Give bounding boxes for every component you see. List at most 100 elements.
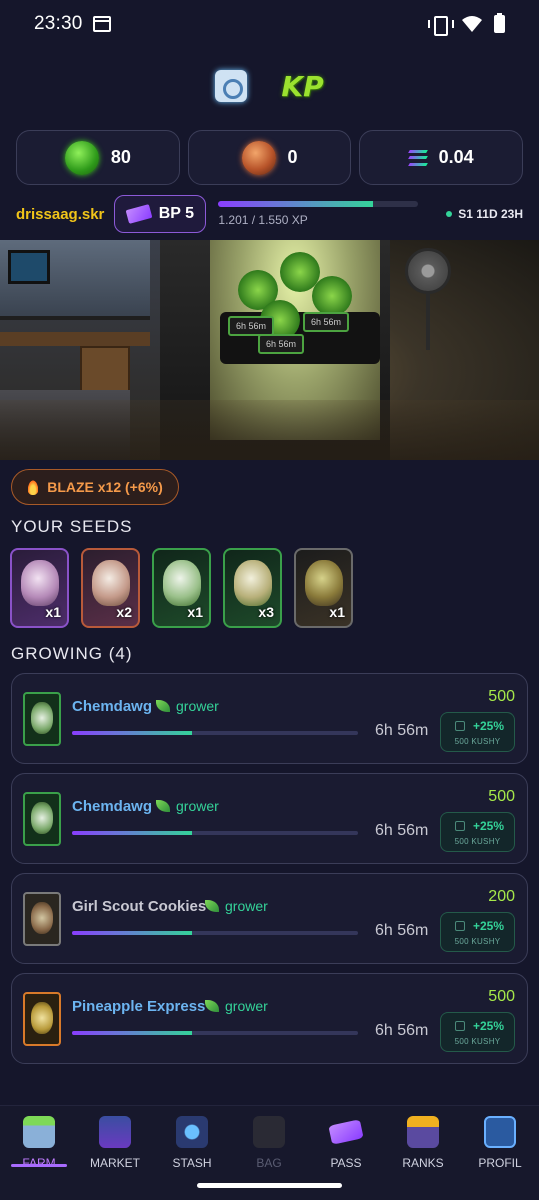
bronze-coin-icon bbox=[241, 140, 276, 175]
balance-kp[interactable]: 80 bbox=[16, 130, 180, 185]
farm-icon bbox=[23, 1116, 55, 1148]
user-row: drissaag.skr BP 5 1.201 / 1.550 XP S1 11… bbox=[16, 195, 523, 233]
nav-label: PROFIL bbox=[478, 1156, 522, 1170]
strain-thumbnail bbox=[23, 792, 61, 846]
boost-button[interactable]: +25% 500 KUSHY bbox=[440, 912, 515, 952]
boost-percent: +25% bbox=[472, 819, 504, 833]
nav-ranks[interactable]: RANKS bbox=[388, 1116, 458, 1170]
seed-qty: x1 bbox=[45, 604, 61, 620]
pot-timer[interactable]: 6h 56m bbox=[303, 312, 349, 332]
strain-name: Chemdawg bbox=[72, 798, 153, 815]
blaze-label: BLAZE x12 (+6%) bbox=[47, 479, 163, 495]
boost-percent: +25% bbox=[472, 1019, 504, 1033]
seed-qty: x1 bbox=[329, 604, 345, 620]
blaze-multiplier-chip[interactable]: BLAZE x12 (+6%) bbox=[11, 469, 179, 505]
bud-image bbox=[31, 702, 53, 734]
app-header: KP bbox=[0, 70, 539, 110]
growing-item[interactable]: Chemdawg grower 6h 56m 500 +25% 500 KUSH… bbox=[11, 773, 528, 864]
boost-cost: 500 KUSHY bbox=[454, 837, 501, 846]
seed-bud-image bbox=[305, 560, 343, 606]
scene-floor bbox=[0, 400, 539, 460]
boost-button[interactable]: +25% 500 KUSHY bbox=[440, 812, 515, 852]
balance-bronze[interactable]: 0 bbox=[187, 130, 352, 185]
role-label: grower bbox=[225, 898, 268, 914]
reward-amount: 500 bbox=[488, 688, 515, 705]
time-remaining: 6h 56m bbox=[375, 1022, 429, 1039]
lock-icon bbox=[455, 721, 465, 731]
boost-cost: 500 KUSHY bbox=[454, 937, 501, 946]
pot-timer[interactable]: 6h 56m bbox=[258, 334, 304, 354]
seeds-list: x1 x2 x1 x3 x1 bbox=[10, 548, 353, 628]
market-icon bbox=[99, 1116, 131, 1148]
lock-icon bbox=[455, 921, 465, 931]
seed-card[interactable]: x1 bbox=[294, 548, 353, 628]
seed-card[interactable]: x1 bbox=[152, 548, 211, 628]
grow-progress-fill bbox=[72, 831, 193, 835]
sound-toggle-icon[interactable] bbox=[215, 70, 248, 102]
nav-bag[interactable]: BAG bbox=[234, 1116, 304, 1170]
xp-bar-fill bbox=[218, 201, 374, 207]
grow-progress-bar bbox=[72, 731, 358, 735]
seed-bud-image bbox=[92, 560, 130, 606]
live-dot-icon bbox=[446, 211, 453, 217]
boost-button[interactable]: +25% 500 KUSHY bbox=[440, 712, 515, 752]
nav-label: RANKS bbox=[402, 1156, 444, 1170]
stash-icon bbox=[176, 1116, 208, 1148]
seed-card[interactable]: x1 bbox=[10, 548, 69, 628]
status-bar: 23:30 bbox=[0, 0, 539, 48]
pot-timer[interactable]: 6h 56m bbox=[228, 316, 274, 336]
nav-label: FARM bbox=[22, 1156, 56, 1170]
nav-label: MARKET bbox=[89, 1156, 140, 1170]
boost-cost: 500 KUSHY bbox=[454, 1037, 501, 1046]
nav-market[interactable]: MARKET bbox=[80, 1116, 150, 1170]
calendar-icon bbox=[92, 16, 111, 32]
leaf-icon bbox=[205, 1000, 219, 1012]
season-text: S1 11D 23H bbox=[458, 207, 523, 221]
wifi-icon bbox=[462, 16, 482, 32]
boost-percent: +25% bbox=[472, 919, 504, 933]
growing-item[interactable]: Girl Scout Cookies grower 6h 56m 200 +25… bbox=[11, 873, 528, 964]
grow-progress-bar bbox=[72, 1031, 358, 1035]
status-icons bbox=[428, 13, 505, 36]
strain-thumbnail bbox=[23, 892, 61, 946]
balance-sol[interactable]: 0.04 bbox=[359, 130, 524, 185]
ticket-icon bbox=[125, 204, 153, 224]
seed-card[interactable]: x2 bbox=[81, 548, 140, 628]
nav-label: BAG bbox=[256, 1156, 282, 1170]
boost-button[interactable]: +25% 500 KUSHY bbox=[440, 1012, 515, 1052]
strain-name: Pineapple Express bbox=[72, 998, 206, 1015]
reward-amount: 500 bbox=[488, 788, 515, 805]
nav-pass[interactable]: PASS bbox=[311, 1116, 381, 1170]
xp-text: 1.201 / 1.550 XP bbox=[218, 213, 308, 227]
kp-coin-icon bbox=[64, 140, 99, 175]
grow-room-scene: 6h 56m 6h 56m 6h 56m bbox=[0, 240, 539, 460]
role-tag: grower bbox=[205, 998, 268, 1014]
seed-card[interactable]: x3 bbox=[223, 548, 282, 628]
bud-image bbox=[31, 802, 53, 834]
role-tag: grower bbox=[156, 698, 219, 714]
vibrate-icon bbox=[428, 15, 454, 36]
seed-bud-image bbox=[163, 560, 201, 606]
nav-stash[interactable]: STASH bbox=[157, 1116, 227, 1170]
nav-farm[interactable]: FARM bbox=[4, 1116, 74, 1170]
fan bbox=[405, 248, 451, 294]
grow-progress-fill bbox=[72, 1031, 193, 1035]
reward-amount: 500 bbox=[488, 988, 515, 1005]
boost-percent: +25% bbox=[472, 719, 504, 733]
username[interactable]: drissaag.skr bbox=[16, 206, 104, 223]
grow-progress-bar bbox=[72, 831, 358, 835]
solana-icon bbox=[407, 149, 428, 166]
growing-item[interactable]: Pineapple Express grower 6h 56m 500 +25%… bbox=[11, 973, 528, 1064]
time-remaining: 6h 56m bbox=[375, 722, 429, 739]
growing-item[interactable]: Chemdawg grower 6h 56m 500 +25% 500 KUSH… bbox=[11, 673, 528, 764]
strain-thumbnail bbox=[23, 992, 61, 1046]
bag-icon bbox=[253, 1116, 285, 1148]
grow-progress-bar bbox=[72, 931, 358, 935]
home-indicator[interactable] bbox=[197, 1183, 342, 1188]
battle-pass-badge[interactable]: BP 5 bbox=[114, 195, 207, 233]
nav-profil[interactable]: PROFIL bbox=[465, 1116, 535, 1170]
seed-bud-image bbox=[21, 560, 59, 606]
lock-icon bbox=[455, 1021, 465, 1031]
time-remaining: 6h 56m bbox=[375, 822, 429, 839]
balance-value: 0 bbox=[287, 147, 298, 167]
